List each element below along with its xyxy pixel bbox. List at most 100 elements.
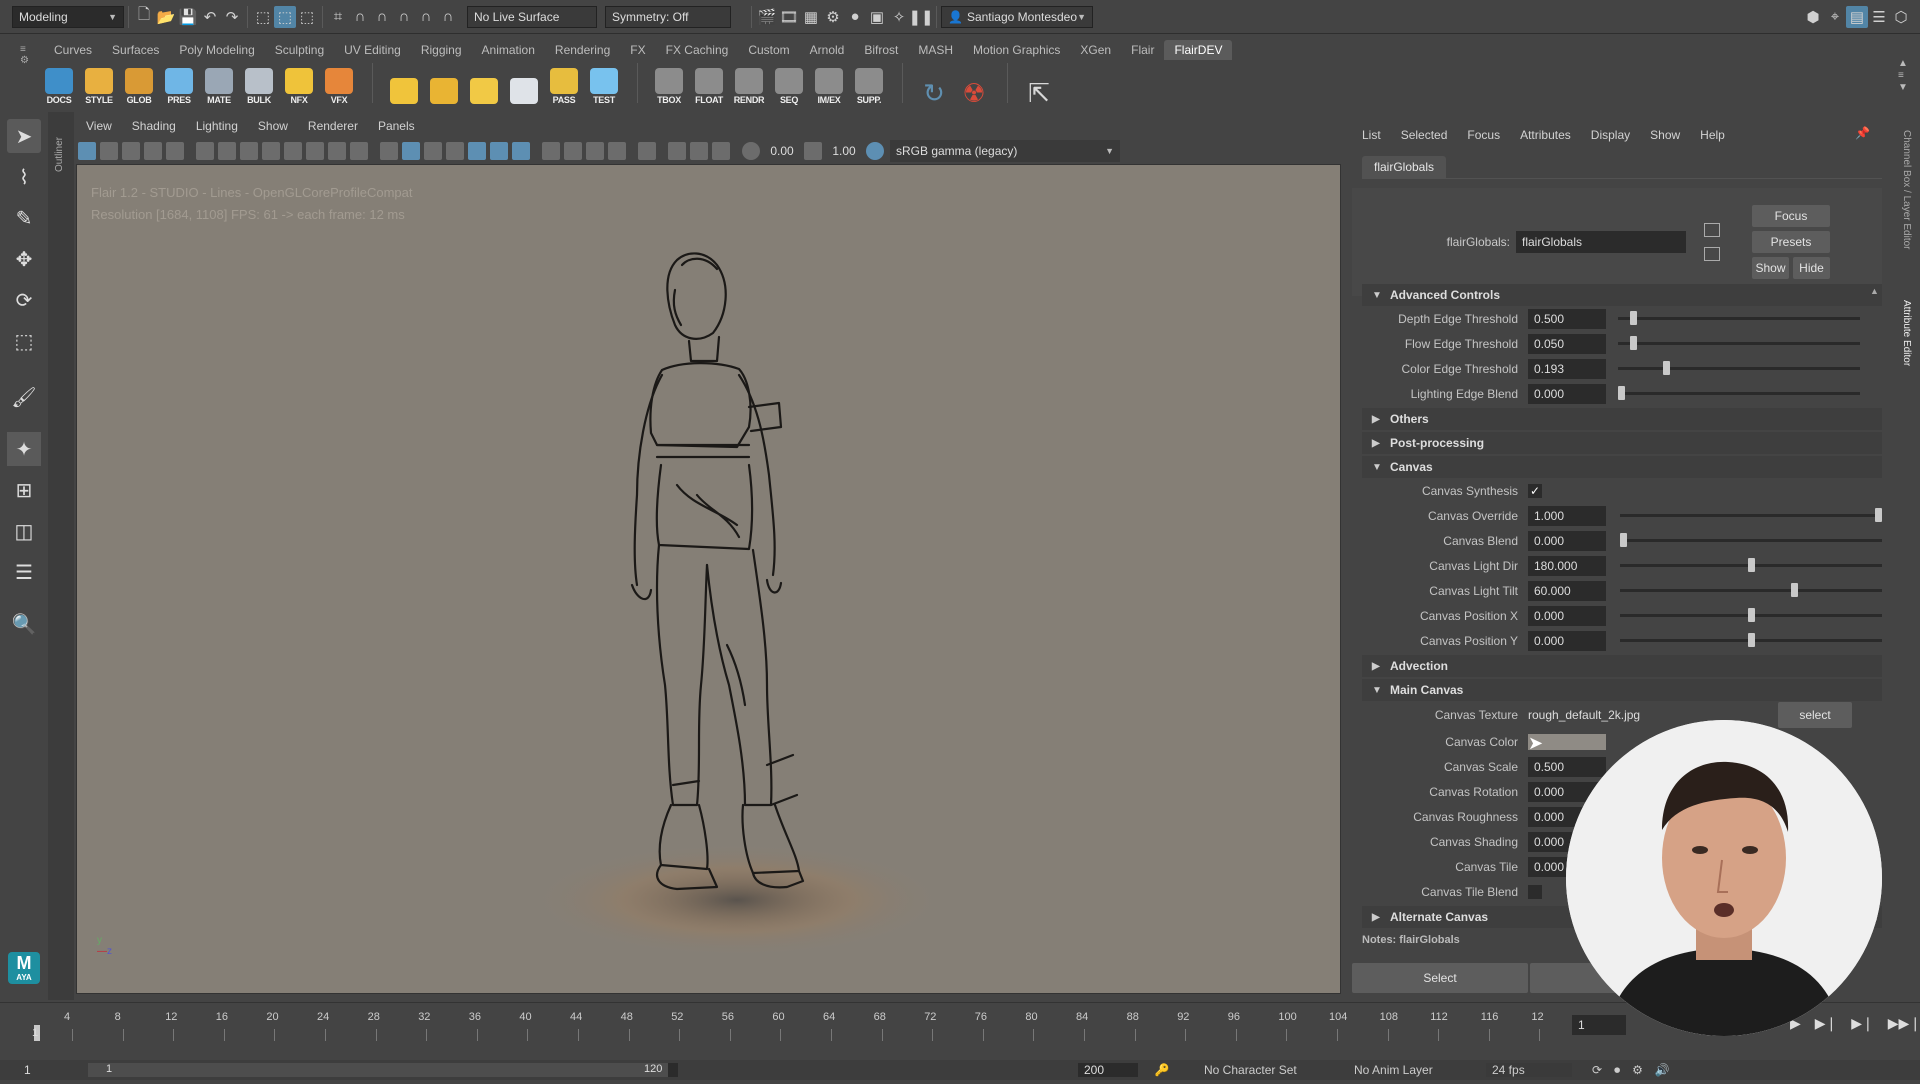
attr-value-field[interactable]: 0.000 xyxy=(1528,383,1606,404)
panel-menu-show[interactable]: Show xyxy=(248,116,298,136)
select-component-icon[interactable]: ⬚ xyxy=(296,6,318,28)
show-button[interactable]: Show xyxy=(1752,257,1789,279)
shelf-button-im-ex[interactable]: IM/EX xyxy=(810,61,848,105)
ae-menu-display[interactable]: Display xyxy=(1581,124,1640,146)
workspace-modeling-icon[interactable]: ⬢ xyxy=(1802,6,1824,28)
radiation-shelf-button[interactable]: ☢ xyxy=(955,61,993,108)
ae-menu-help[interactable]: Help xyxy=(1690,124,1735,146)
external-link-shelf-button[interactable]: ⇱ xyxy=(1020,61,1058,108)
grid-icon[interactable] xyxy=(218,142,236,160)
panel-menu-view[interactable]: View xyxy=(76,116,122,136)
shelf-button-nfx[interactable]: NFX xyxy=(280,61,318,105)
shelf-menu-icon[interactable]: ≡ ⚙ xyxy=(20,44,32,74)
shadows-icon[interactable] xyxy=(512,142,530,160)
ae-menu-attributes[interactable]: Attributes xyxy=(1510,124,1581,146)
attr-slider-handle[interactable] xyxy=(1791,583,1798,597)
attr-value-field[interactable]: 0.000 xyxy=(1528,530,1606,551)
attr-slider-handle[interactable] xyxy=(1663,361,1670,375)
attr-slider-track[interactable] xyxy=(1618,317,1860,320)
node-output-icon[interactable] xyxy=(1704,247,1720,261)
channel-box-tab[interactable]: Channel Box / Layer Editor xyxy=(1901,130,1912,280)
menu-set-dropdown[interactable]: Modeling ▼ xyxy=(12,5,124,28)
move-tool-icon[interactable]: ✥ xyxy=(7,242,41,276)
shelf-button-shelf_buttons2-2[interactable] xyxy=(465,61,503,105)
go-to-end-icon[interactable]: ▶▶❘ xyxy=(1888,1015,1920,1032)
workspace-settings-icon[interactable]: ⬡ xyxy=(1890,6,1912,28)
workspace-layout-icon[interactable]: ▤ xyxy=(1846,5,1868,28)
shelf-button-style[interactable]: STYLE xyxy=(80,61,118,105)
camera-attributes-icon[interactable] xyxy=(100,142,118,160)
shelf-tab-uv-editing[interactable]: UV Editing xyxy=(334,40,411,60)
range-handle-bar[interactable] xyxy=(88,1063,668,1077)
shelf-button-pass[interactable]: PASS xyxy=(545,61,583,105)
node-tab-flairglobals[interactable]: flairGlobals xyxy=(1362,156,1447,178)
shelf-tab-sculpting[interactable]: Sculpting xyxy=(265,40,334,60)
ambient-occlusion-icon[interactable] xyxy=(542,142,560,160)
exposure-field[interactable]: 0.00 xyxy=(762,144,802,158)
select-camera-icon[interactable] xyxy=(78,142,96,160)
snap-surface-icon[interactable]: ∩ xyxy=(415,6,437,28)
undo-icon[interactable]: ↶ xyxy=(199,6,221,28)
attr-slider-handle[interactable] xyxy=(1630,336,1637,350)
render-sequence-icon[interactable]: 🎞 xyxy=(778,6,800,28)
shelf-button-shelf_buttons2-1[interactable] xyxy=(425,61,463,105)
attr-value-field[interactable]: 180.000 xyxy=(1528,555,1606,576)
field-chart-icon[interactable] xyxy=(306,142,324,160)
anti-aliasing-icon[interactable] xyxy=(586,142,604,160)
shelf-button-rendr[interactable]: RENDR xyxy=(730,61,768,105)
ae-menu-list[interactable]: List xyxy=(1352,124,1391,146)
shelf-button-mate[interactable]: MATE xyxy=(200,61,238,105)
wireframe-on-shaded-icon[interactable] xyxy=(446,142,464,160)
film-gate-icon[interactable] xyxy=(240,142,258,160)
attr-slider-handle[interactable] xyxy=(1748,558,1755,572)
arnold-render-icon[interactable]: ✧ xyxy=(888,6,910,28)
shelf-button-float[interactable]: FLOAT xyxy=(690,61,728,105)
shelf-button-pres[interactable]: PRES xyxy=(160,61,198,105)
smooth-shade-icon[interactable] xyxy=(402,142,420,160)
shelf-button-vfx[interactable]: VFX xyxy=(320,61,358,105)
rotate-tool-icon[interactable]: ⟳ xyxy=(7,283,41,317)
outliner-side-tab[interactable]: Outliner xyxy=(48,112,74,1000)
render-frame-icon[interactable]: 🎬 xyxy=(756,6,778,28)
xray-icon[interactable] xyxy=(668,142,686,160)
select-object-icon[interactable]: ⬚ xyxy=(274,5,296,28)
resolution-gate-icon[interactable] xyxy=(262,142,280,160)
lasso-tool-icon[interactable]: ⌇ xyxy=(7,160,41,194)
redo-icon[interactable]: ↷ xyxy=(221,6,243,28)
brush-tool-icon[interactable]: 🖌 xyxy=(7,380,41,414)
hypershade-icon[interactable]: ● xyxy=(844,6,866,28)
shelf-button-shelf_buttons2-0[interactable] xyxy=(385,61,423,105)
paint-select-tool-icon[interactable]: ✎ xyxy=(7,201,41,235)
use-all-lights-icon[interactable] xyxy=(490,142,508,160)
four-view-layout-icon[interactable]: ⊞ xyxy=(7,473,41,507)
gate-mask-icon[interactable] xyxy=(284,142,302,160)
xray-components-icon[interactable] xyxy=(712,142,730,160)
attr-slider-handle[interactable] xyxy=(1618,386,1625,400)
2d-pan-icon[interactable] xyxy=(166,142,184,160)
section-advection[interactable]: ▶ Advection xyxy=(1362,655,1882,677)
color-management-icon[interactable] xyxy=(866,142,884,160)
panel-menu-panels[interactable]: Panels xyxy=(368,116,425,136)
textured-icon[interactable] xyxy=(468,142,486,160)
shelf-tab-arnold[interactable]: Arnold xyxy=(800,40,855,60)
shelf-button-bulk[interactable]: BULK xyxy=(240,61,278,105)
range-bar[interactable]: 1 120 xyxy=(88,1063,678,1077)
shelf-tab-curves[interactable]: Curves xyxy=(44,40,102,60)
view-transform-dropdown[interactable]: sRGB gamma (legacy) ▼ xyxy=(890,140,1120,162)
attr-value-field[interactable]: 1.000 xyxy=(1528,505,1606,526)
attr-slider-handle[interactable] xyxy=(1748,633,1755,647)
attr-value-field[interactable]: 0.500 xyxy=(1528,756,1606,777)
shelf-tab-fx-caching[interactable]: FX Caching xyxy=(656,40,739,60)
shelf-tab-surfaces[interactable]: Surfaces xyxy=(102,40,169,60)
workspace-rigging-icon[interactable]: ⌖ xyxy=(1824,6,1846,28)
next-key-icon[interactable]: ▶❘ xyxy=(1851,1015,1874,1032)
shelf-button-docs[interactable]: DOCS xyxy=(40,61,78,105)
attr-value-field[interactable]: 0.000 xyxy=(1528,605,1606,626)
attr-value-field[interactable]: 0.193 xyxy=(1528,358,1606,379)
snap-point-icon[interactable]: ∩ xyxy=(371,6,393,28)
depth-of-field-icon[interactable] xyxy=(608,142,626,160)
attr-slider-handle[interactable] xyxy=(1620,533,1627,547)
default-material-icon[interactable] xyxy=(424,142,442,160)
panel-menu-renderer[interactable]: Renderer xyxy=(298,116,368,136)
grease-pencil-icon[interactable] xyxy=(196,142,214,160)
